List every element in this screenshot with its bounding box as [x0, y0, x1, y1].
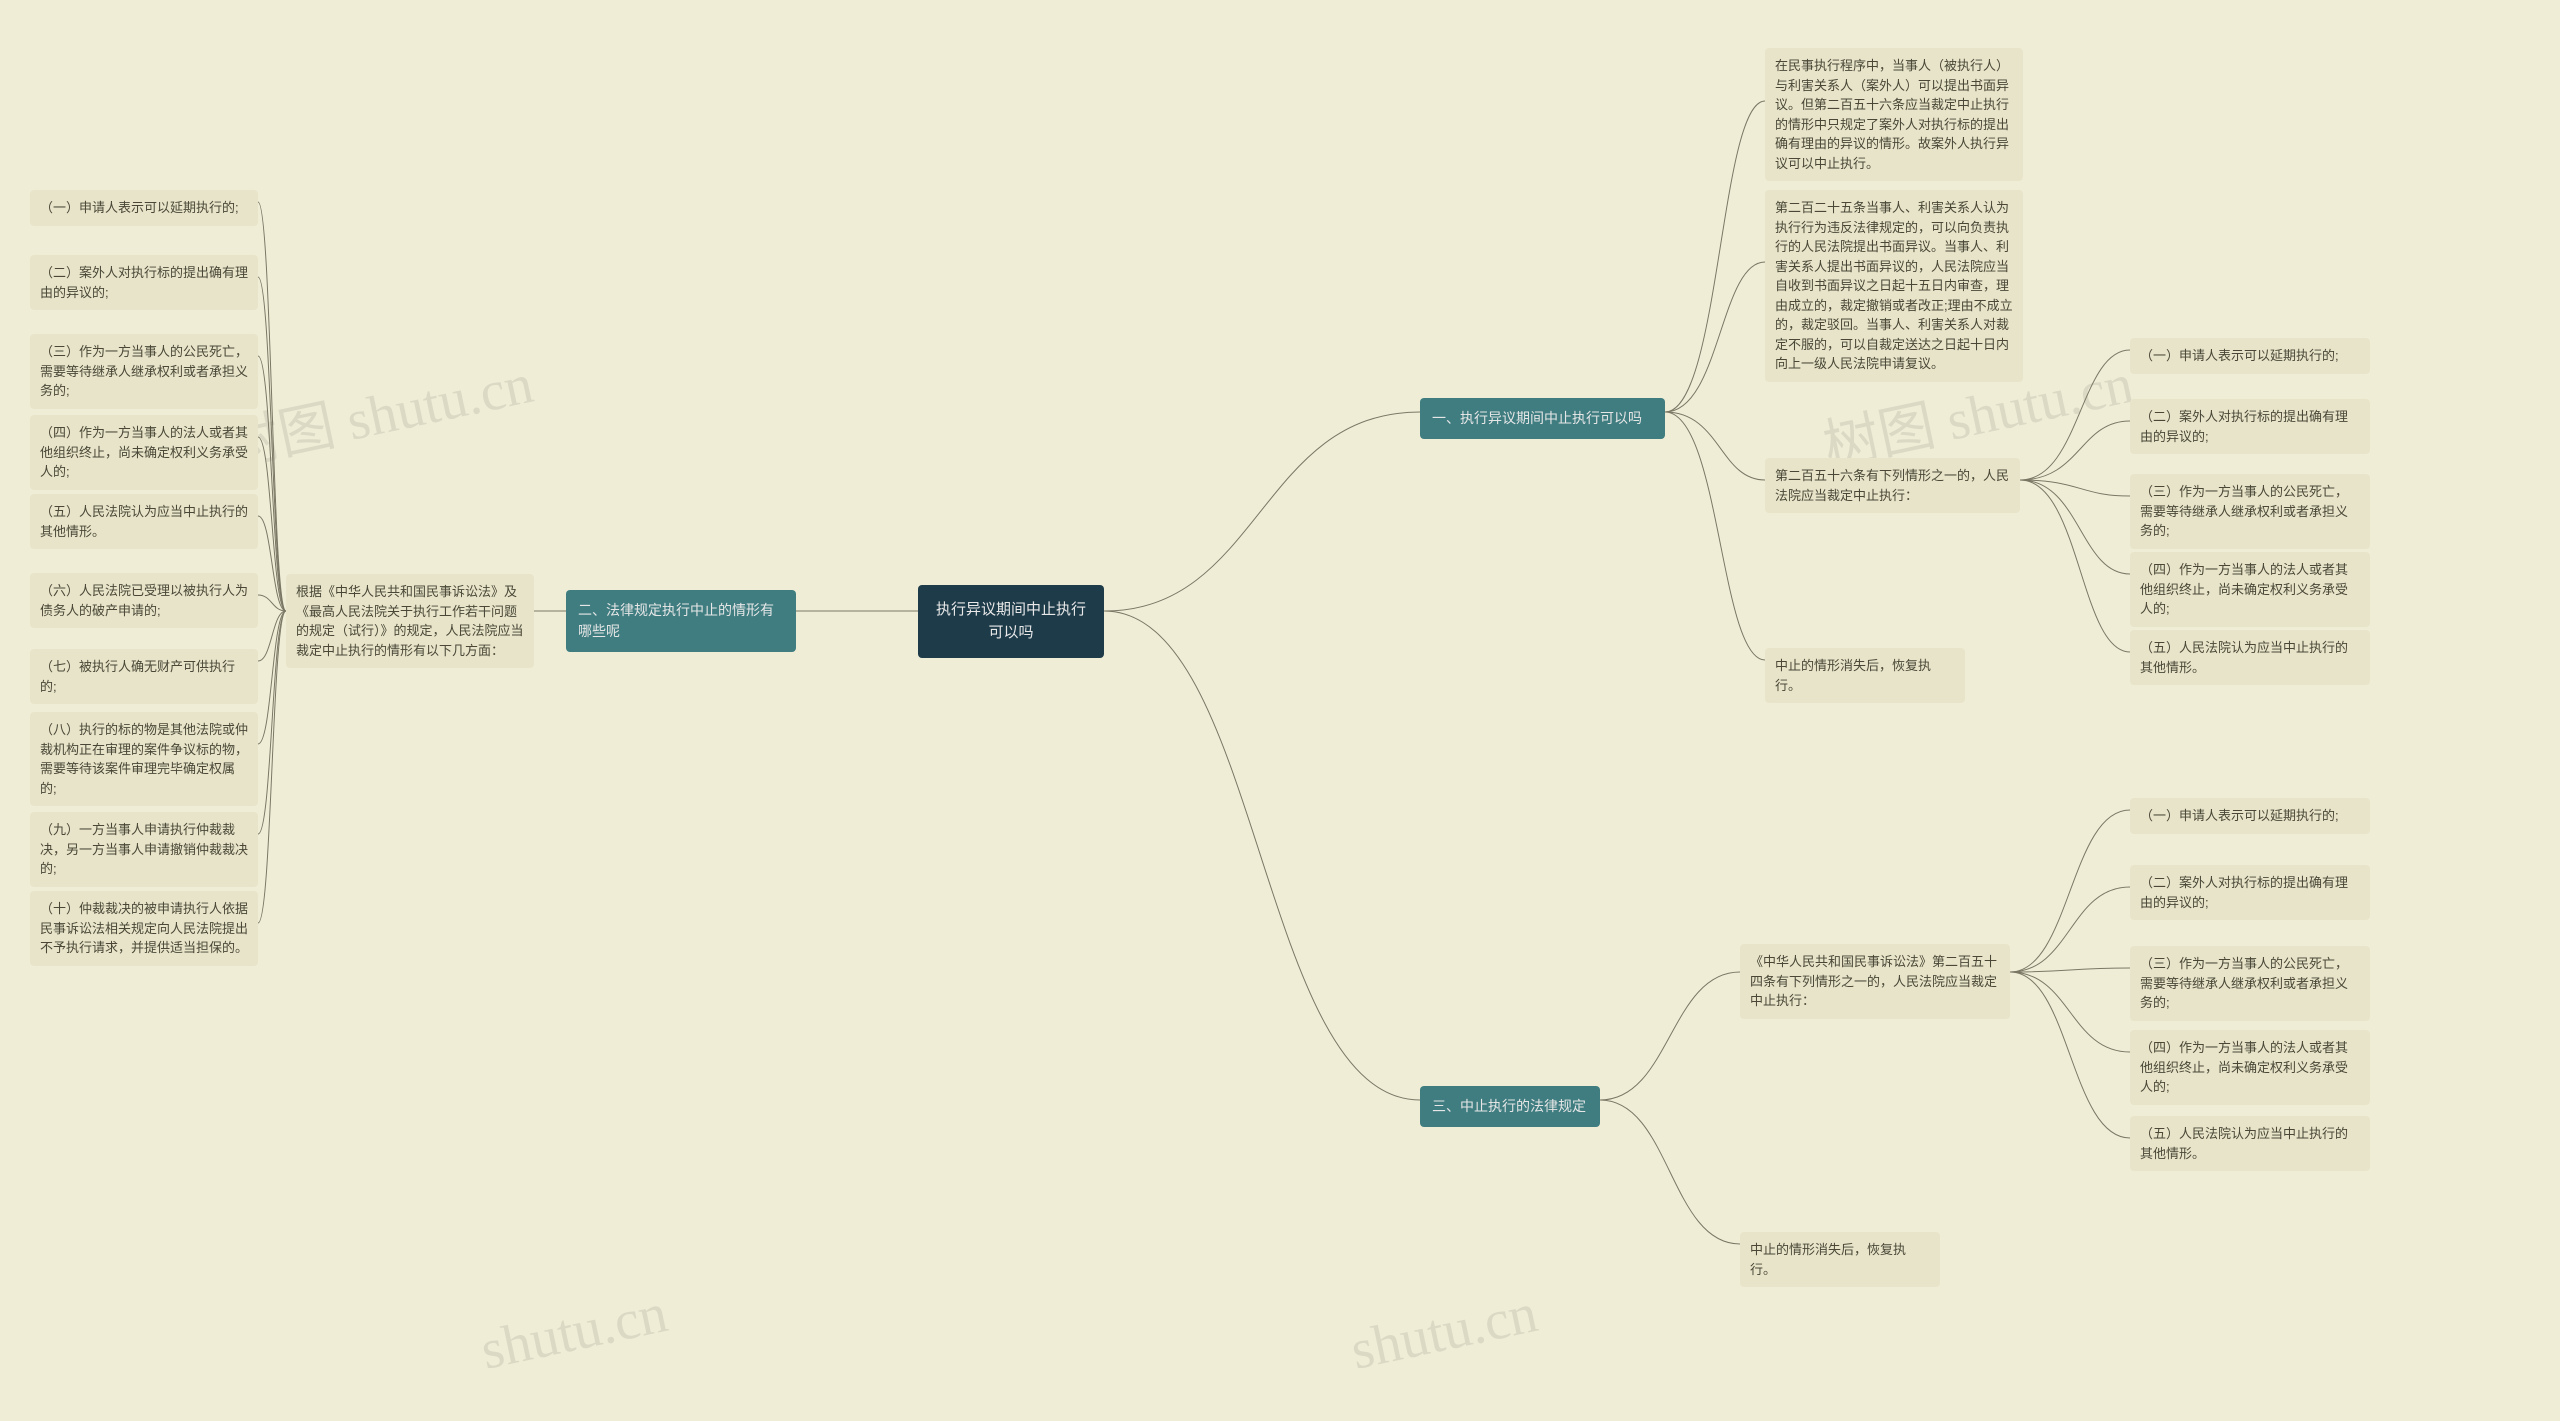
watermark: 树图 shutu.cn — [215, 338, 539, 483]
branch-1-child-2: 第二百二十五条当事人、利害关系人认为执行行为违反法律规定的，可以向负责执行的人民… — [1765, 190, 2023, 382]
branch-2: 二、法律规定执行中止的情形有哪些呢 — [566, 590, 796, 652]
watermark: shutu.cn — [1345, 1281, 1542, 1383]
b3-item-2: （二）案外人对执行标的提出确有理由的异议的; — [2130, 865, 2370, 920]
branch-1-child-4: 中止的情形消失后，恢复执行。 — [1765, 648, 1965, 703]
b2-item-6: （六）人民法院已受理以被执行人为债务人的破产申请的; — [30, 573, 258, 628]
b1c3-item-3: （三）作为一方当事人的公民死亡，需要等待继承人继承权利或者承担义务的; — [2130, 474, 2370, 549]
watermark: shutu.cn — [475, 1281, 672, 1383]
branch-2-sub: 根据《中华人民共和国民事诉讼法》及《最高人民法院关于执行工作若干问题的规定（试行… — [286, 574, 534, 668]
branch-1-child-3: 第二百五十六条有下列情形之一的，人民法院应当裁定中止执行： — [1765, 458, 2020, 513]
branch-1: 一、执行异议期间中止执行可以吗 — [1420, 398, 1665, 439]
b2-item-5: （五）人民法院认为应当中止执行的其他情形。 — [30, 494, 258, 549]
b3-item-5: （五）人民法院认为应当中止执行的其他情形。 — [2130, 1116, 2370, 1171]
b1c3-item-2: （二）案外人对执行标的提出确有理由的异议的; — [2130, 399, 2370, 454]
b3-item-4: （四）作为一方当事人的法人或者其他组织终止，尚未确定权利义务承受人的; — [2130, 1030, 2370, 1105]
b1c3-item-5: （五）人民法院认为应当中止执行的其他情形。 — [2130, 630, 2370, 685]
branch-1-child-1: 在民事执行程序中，当事人（被执行人）与利害关系人（案外人）可以提出书面异议。但第… — [1765, 48, 2023, 181]
b2-item-2: （二）案外人对执行标的提出确有理由的异议的; — [30, 255, 258, 310]
b2-item-8: （八）执行的标的物是其他法院或仲裁机构正在审理的案件争议标的物，需要等待该案件审… — [30, 712, 258, 806]
connections-svg — [0, 0, 2560, 1421]
b2-item-10: （十）仲裁裁决的被申请执行人依据民事诉讼法相关规定向人民法院提出不予执行请求，并… — [30, 891, 258, 966]
branch-3-child-2: 中止的情形消失后，恢复执行。 — [1740, 1232, 1940, 1287]
b1c3-item-1: （一）申请人表示可以延期执行的; — [2130, 338, 2370, 374]
b2-item-4: （四）作为一方当事人的法人或者其他组织终止，尚未确定权利义务承受人的; — [30, 415, 258, 490]
b1c3-item-4: （四）作为一方当事人的法人或者其他组织终止，尚未确定权利义务承受人的; — [2130, 552, 2370, 627]
b2-item-3: （三）作为一方当事人的公民死亡，需要等待继承人继承权利或者承担义务的; — [30, 334, 258, 409]
b2-item-1: （一）申请人表示可以延期执行的; — [30, 190, 258, 226]
branch-3-sub: 《中华人民共和国民事诉讼法》第二百五十四条有下列情形之一的，人民法院应当裁定中止… — [1740, 944, 2010, 1019]
b2-item-7: （七）被执行人确无财产可供执行的; — [30, 649, 258, 704]
b2-item-9: （九）一方当事人申请执行仲裁裁决，另一方当事人申请撤销仲裁裁决的; — [30, 812, 258, 887]
b3-item-1: （一）申请人表示可以延期执行的; — [2130, 798, 2370, 834]
b3-item-3: （三）作为一方当事人的公民死亡，需要等待继承人继承权利或者承担义务的; — [2130, 946, 2370, 1021]
branch-3: 三、中止执行的法律规定 — [1420, 1086, 1600, 1127]
root-node: 执行异议期间中止执行可以吗 — [918, 585, 1104, 658]
